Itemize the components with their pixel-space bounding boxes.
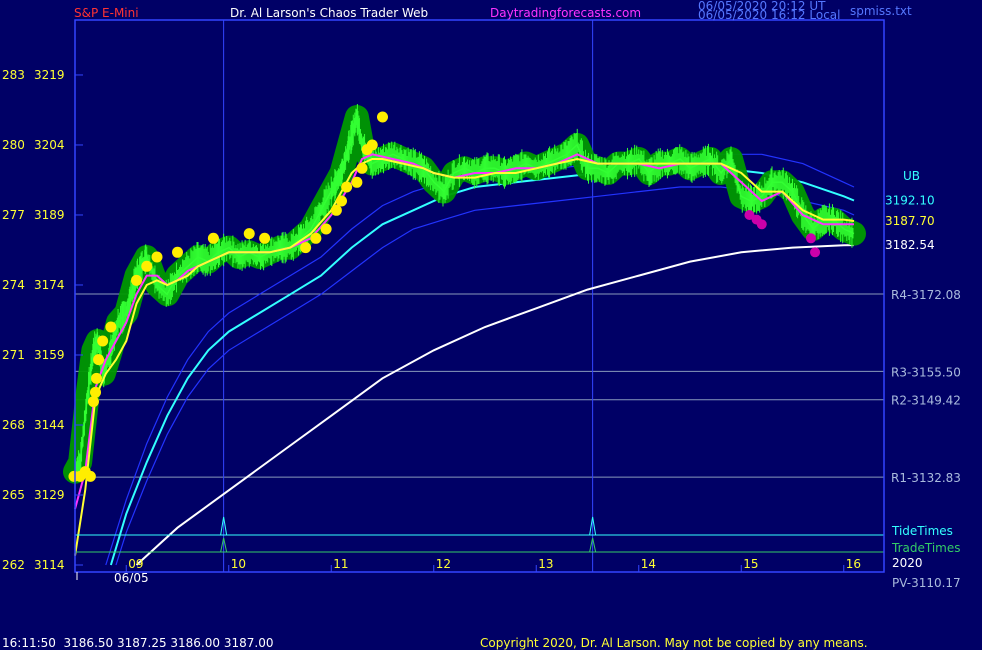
yellow-marker — [330, 204, 342, 216]
instrument-title: S&P E-Mini — [74, 6, 139, 20]
magenta-marker — [756, 219, 767, 230]
yellow-marker — [84, 470, 96, 482]
yellow-marker — [320, 223, 332, 235]
x-date-label: 06/05 — [114, 571, 149, 585]
level-label: R1-3132.83 — [891, 471, 961, 485]
yellow-marker — [356, 162, 368, 174]
y-tick-price: 3189 — [34, 208, 65, 222]
x-tick-label: 16 — [846, 557, 861, 571]
yellow-marker — [141, 260, 153, 272]
x-tick-label: 12 — [436, 557, 451, 571]
x-tick-label: 09 — [128, 557, 143, 571]
y-tick-astro: 280 — [2, 138, 25, 152]
magenta-marker — [810, 247, 821, 258]
ub-label: UB — [903, 169, 920, 183]
yellow-marker — [351, 176, 363, 188]
yellow-marker — [341, 181, 353, 193]
x-tick-label: 10 — [231, 557, 246, 571]
y-tick-astro: 277 — [2, 208, 25, 222]
y-tick-astro: 262 — [2, 558, 25, 572]
yellow-marker — [366, 139, 378, 151]
yellow-marker — [300, 242, 312, 254]
pv-label: PV-3110.17 — [892, 576, 961, 590]
x-tick-label: 13 — [538, 557, 553, 571]
y-tick-price: 3114 — [34, 558, 65, 572]
y-tick-astro: 268 — [2, 418, 25, 432]
yellow-marker — [90, 386, 101, 398]
data-file: spmiss.txt — [850, 4, 912, 18]
level-label: R2-3149.42 — [891, 394, 961, 408]
yellow-marker — [97, 335, 109, 347]
trade-times-label: TradeTimes — [891, 541, 960, 555]
year-label: 2020 — [892, 556, 923, 570]
yellow-marker — [310, 232, 322, 244]
yellow-marker — [131, 274, 142, 286]
yellow-marker — [172, 246, 183, 258]
end-value-yellow: 3187.70 — [885, 214, 935, 228]
end-value-white: 3182.54 — [885, 238, 935, 252]
quote-line: 16:11:50 3186.50 3187.25 3186.00 3187.00 — [2, 636, 273, 650]
level-label: R4-3172.08 — [891, 288, 961, 302]
y-tick-price: 3204 — [34, 138, 65, 152]
y-tick-astro: 271 — [2, 348, 25, 362]
level-label: R3-3155.50 — [891, 365, 961, 379]
x-tick-label: 15 — [743, 557, 758, 571]
end-value-cyan: 3192.10 — [885, 194, 935, 208]
yellow-marker — [243, 228, 255, 240]
yellow-marker — [87, 396, 99, 408]
yellow-marker — [151, 251, 163, 263]
yellow-marker — [336, 195, 347, 207]
yellow-marker — [91, 372, 103, 384]
tide-times-label: TideTimes — [891, 524, 953, 538]
copyright: Copyright 2020, Dr. Al Larson. May not b… — [480, 636, 868, 650]
y-tick-price: 3129 — [34, 488, 65, 502]
site-url[interactable]: Daytradingforecasts.com — [490, 6, 641, 20]
site-title: Dr. Al Larson's Chaos Trader Web — [230, 6, 428, 20]
magenta-marker — [805, 233, 816, 244]
y-tick-price: 3219 — [34, 68, 65, 82]
yellow-marker — [105, 321, 117, 333]
yellow-marker — [259, 232, 271, 244]
yellow-marker — [377, 111, 388, 123]
yellow-marker — [207, 232, 219, 244]
y-tick-astro: 265 — [2, 488, 25, 502]
y-tick-astro: 274 — [2, 278, 25, 292]
y-tick-price: 3159 — [34, 348, 65, 362]
y-tick-price: 3174 — [34, 278, 65, 292]
x-tick-label: 11 — [333, 557, 348, 571]
x-tick-label: 14 — [641, 557, 656, 571]
y-tick-astro: 283 — [2, 68, 25, 82]
y-tick-price: 3144 — [34, 418, 65, 432]
yellow-marker — [93, 354, 105, 366]
chart: 283 3219 280 3204 277 3189 274 3174 271 3159 268 31… — [0, 0, 982, 650]
timestamp-local: 06/05/2020 16:12 Local — [698, 8, 840, 22]
